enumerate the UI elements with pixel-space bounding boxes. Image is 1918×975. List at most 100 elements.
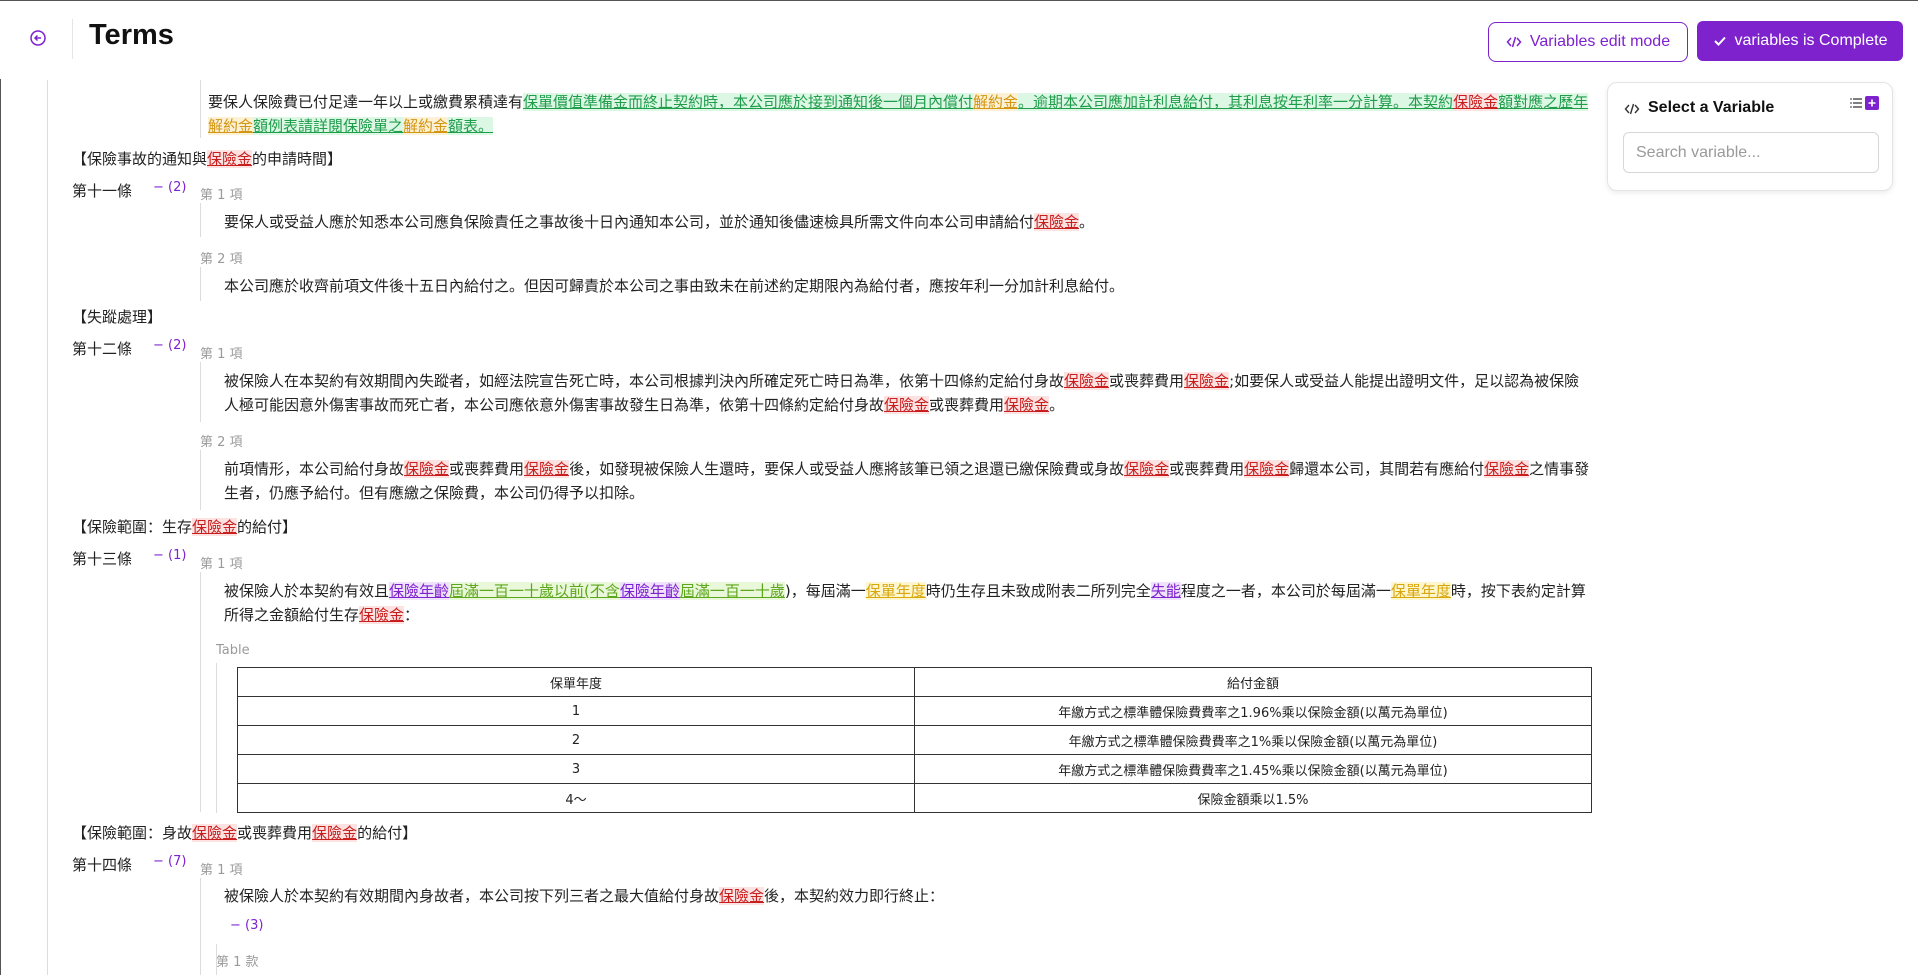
- article-13-label: 第十三條: [72, 550, 133, 568]
- page-title: Terms: [89, 19, 174, 51]
- article-14-label: 第十四條: [72, 856, 133, 874]
- variables-edit-mode-button[interactable]: Variables edit mode: [1488, 22, 1688, 62]
- article-11-item-2: 本公司應於收齊前項文件後十五日內給付之。但因可歸責於本公司之事由致未在前述約定期…: [224, 277, 1125, 295]
- var-benefit[interactable]: 保險金: [1244, 460, 1290, 478]
- table-cell: 保險金額乘以1.5%: [914, 783, 1592, 813]
- complete-label: variables is Complete: [1734, 32, 1888, 49]
- payment-table: 保單年度 給付金額 1 年繳方式之標準體保險費費率之1.96%乘以保險金額(以萬…: [237, 667, 1592, 813]
- header-divider: [72, 19, 73, 59]
- item-label: 第 1 項: [200, 347, 243, 362]
- var-reserve-4[interactable]: 額例表請詳閱保險單之: [253, 117, 404, 135]
- subclause-toggle[interactable]: − (3): [230, 918, 263, 933]
- var-benefit[interactable]: 保險金: [1004, 396, 1050, 414]
- section-heading-claim: 【保險事故的通知與保險金的申請時間】: [72, 150, 343, 168]
- item-rail: [200, 878, 201, 975]
- table-cell: 3: [237, 754, 915, 784]
- section-heading-missing: 【失蹤處理】: [72, 308, 163, 326]
- item-label: 第 1 項: [200, 557, 243, 572]
- var-policy-year[interactable]: 保單年度: [865, 582, 926, 600]
- item-label: 第 2 項: [200, 435, 243, 450]
- table-row: 2 年繳方式之標準體保險費費率之1%乘以保險金額(以萬元為單位): [237, 725, 1592, 755]
- article-14-item-1: 被保險人於本契約有效期間內身故者，本公司按下列三者之最大值給付身故保險金後，本契…: [224, 887, 945, 905]
- item-label: 第 1 項: [200, 188, 243, 203]
- var-surrender-value[interactable]: 解約金: [973, 93, 1019, 111]
- article-12-item-2: 前項情形，本公司給付身故保險金或喪葬費用保險金後，如發現被保險人生還時，要保人或…: [224, 460, 1590, 502]
- section-heading-survival: 【保險範圍：生存保險金的給付】: [72, 518, 298, 536]
- article-12-item-1: 被保險人在本契約有效期間內失蹤者，如經法院宣告死亡時，本公司根據判決內所確定死亡…: [224, 372, 1580, 414]
- table-row: 4～ 保險金額乘以1.5%: [237, 783, 1592, 813]
- var-reserve-5[interactable]: 額表。: [448, 117, 494, 135]
- var-age-limit[interactable]: 屆滿一百一十歲以前(不含: [449, 582, 620, 600]
- clause-rail: [216, 944, 217, 975]
- var-surrender-value-3[interactable]: 解約金: [403, 117, 449, 135]
- var-surrender-value-2[interactable]: 解約金: [208, 117, 254, 135]
- var-benefit[interactable]: 保險金: [884, 396, 930, 414]
- section-heading-death: 【保險範圍：身故保險金或喪葬費用保險金的給付】: [72, 824, 418, 842]
- clause-label: 第 1 款: [216, 955, 259, 970]
- table-label: Table: [216, 643, 250, 658]
- variable-select-panel: Select a Variable: [1607, 82, 1893, 191]
- var-benefit[interactable]: 保險金: [1453, 93, 1499, 111]
- table-cell: 年繳方式之標準體保險費費率之1%乘以保險金額(以萬元為單位): [914, 725, 1592, 755]
- add-variable-icon[interactable]: [1865, 96, 1879, 110]
- var-benefit[interactable]: 保險金: [1064, 372, 1110, 390]
- table-cell: 1: [237, 696, 915, 726]
- article-12-label: 第十二條: [72, 340, 133, 358]
- item-label: 第 2 項: [200, 252, 243, 267]
- var-benefit[interactable]: 保險金: [1124, 460, 1170, 478]
- table-cell: 4～: [237, 783, 915, 813]
- table-row: 1 年繳方式之標準體保險費費率之1.96%乘以保險金額(以萬元為單位): [237, 696, 1592, 726]
- article-11-toggle[interactable]: − (2): [153, 180, 186, 195]
- article-11-item-1: 要保人或受益人應於知悉本公司應負保險責任之事故後十日內通知本公司，並於通知後儘速…: [224, 213, 1095, 231]
- table-rail: [216, 663, 217, 813]
- var-benefit[interactable]: 保險金: [359, 606, 405, 624]
- page-header: Terms Variables edit mode variables is C…: [0, 1, 1918, 79]
- article-11-label: 第十一條: [72, 182, 133, 200]
- item-rail: [200, 362, 201, 422]
- item-rail: [200, 572, 201, 812]
- var-reserve-2[interactable]: 。逾期本公司應加計利息給付，其利息按年利率一分計算。本契約: [1018, 93, 1454, 111]
- var-benefit[interactable]: 保險金: [207, 150, 253, 168]
- var-reserve[interactable]: 保單價值準備金而終止契約時，本公司應於接到通知後一個月內償付: [523, 93, 974, 111]
- code-icon: [1506, 36, 1522, 48]
- item-rail: [200, 267, 201, 301]
- article-12-toggle[interactable]: − (2): [153, 338, 186, 353]
- var-benefit[interactable]: 保險金: [404, 460, 450, 478]
- var-reserve-3[interactable]: 額對應之歷年: [1498, 93, 1589, 111]
- back-arrow-icon[interactable]: [28, 28, 48, 48]
- item-rail: [200, 203, 201, 237]
- article-13-toggle[interactable]: − (1): [153, 548, 186, 563]
- var-insured-age[interactable]: 保險年齡: [389, 582, 450, 600]
- table-cell: 2: [237, 725, 915, 755]
- var-benefit[interactable]: 保險金: [524, 460, 570, 478]
- paragraph-surrender: 要保人保險費已付足達一年以上或繳費累積達有保單價值準備金而終止契約時，本公司應於…: [208, 93, 1589, 135]
- edit-mode-label: Variables edit mode: [1529, 33, 1671, 50]
- var-age-limit-2[interactable]: 屆滿一百一十歲: [679, 582, 785, 600]
- table-header-cell: 保單年度: [237, 667, 915, 697]
- item-rail: [200, 88, 201, 138]
- outline-rail: [47, 80, 48, 975]
- table-cell: 年繳方式之標準體保險費費率之1.96%乘以保險金額(以萬元為單位): [914, 696, 1592, 726]
- var-insured-age-2[interactable]: 保險年齡: [619, 582, 680, 600]
- var-benefit[interactable]: 保險金: [1484, 460, 1530, 478]
- variable-panel-title: Select a Variable: [1648, 99, 1775, 116]
- article-14-toggle[interactable]: − (7): [153, 854, 186, 869]
- variables-complete-button[interactable]: variables is Complete: [1697, 21, 1903, 61]
- table-cell: 年繳方式之標準體保險費費率之1.45%乘以保險金額(以萬元為單位): [914, 754, 1592, 784]
- var-benefit[interactable]: 保險金: [1034, 213, 1080, 231]
- var-benefit[interactable]: 保險金: [192, 518, 238, 536]
- item-label: 第 1 項: [200, 863, 243, 878]
- variable-search-input[interactable]: [1623, 132, 1879, 173]
- list-icon[interactable]: [1850, 97, 1863, 109]
- check-icon: [1713, 36, 1726, 46]
- table-row: 3 年繳方式之標準體保險費費率之1.45%乘以保險金額(以萬元為單位): [237, 754, 1592, 784]
- var-benefit[interactable]: 保險金: [719, 887, 765, 905]
- var-policy-year-2[interactable]: 保單年度: [1390, 582, 1451, 600]
- var-benefit[interactable]: 保險金: [312, 824, 358, 842]
- table-header-cell: 給付金額: [914, 667, 1592, 697]
- article-13-item-1: 被保險人於本契約有效且保險年齡屆滿一百一十歲以前(不含保險年齡屆滿一百一十歲)，…: [224, 582, 1586, 624]
- var-benefit[interactable]: 保險金: [1184, 372, 1230, 390]
- var-disability[interactable]: 失能: [1150, 582, 1181, 600]
- var-benefit[interactable]: 保險金: [192, 824, 238, 842]
- code-icon: [1624, 103, 1640, 115]
